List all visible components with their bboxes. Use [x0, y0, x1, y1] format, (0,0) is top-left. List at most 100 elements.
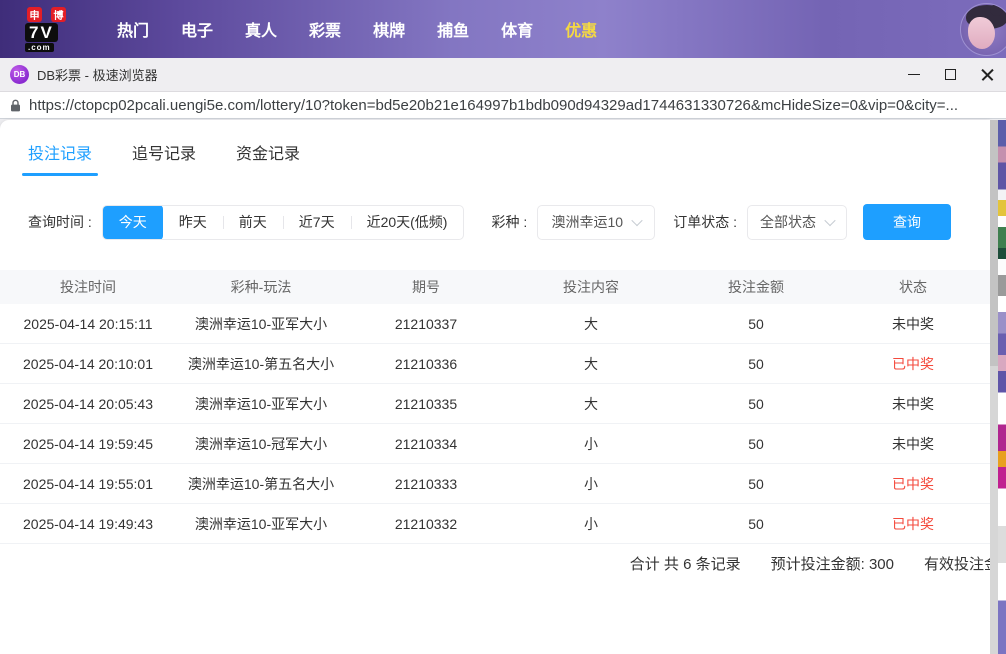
- nav-item-live[interactable]: 真人: [243, 11, 279, 47]
- record-tabs: 投注记录 追号记录 资金记录: [0, 120, 990, 176]
- table-row: 2025-04-14 19:59:45 澳洲幸运10-冠军大小 21210334…: [0, 424, 990, 464]
- bet-status: 已中奖: [836, 514, 990, 534]
- time-option[interactable]: 前天: [223, 206, 283, 239]
- bet-amount: 50: [676, 356, 836, 372]
- close-button[interactable]: [969, 58, 1006, 91]
- site-navbar: 申 博 7V .com 热门 电子 真人 彩票 棋牌 捕鱼 体育 优惠: [0, 0, 1006, 58]
- bet-status: 已中奖: [836, 354, 990, 374]
- browser-viewport: 投注记录 追号记录 资金记录 查询时间 : 今天 昨天 前天 近7天 近20天(…: [0, 120, 1006, 654]
- maximize-icon: [945, 69, 956, 80]
- table-row: 2025-04-14 20:05:43 澳洲幸运10-亚军大小 21210335…: [0, 384, 990, 424]
- lottery-filter-label: 彩种 :: [491, 212, 527, 232]
- time-option[interactable]: 近20天(低频): [351, 206, 464, 239]
- lock-icon: [10, 99, 21, 112]
- time-option[interactable]: 今天: [103, 205, 163, 240]
- window-titlebar[interactable]: DB DB彩票 - 极速浏览器: [0, 58, 1006, 92]
- lottery-select[interactable]: 澳洲幸运10: [537, 205, 655, 240]
- tab-bet-records[interactable]: 投注记录: [28, 140, 92, 176]
- table-row: 2025-04-14 19:49:43 澳洲幸运10-亚军大小 21210332…: [0, 504, 990, 544]
- bet-records-table: 投注时间 彩种-玩法 期号 投注内容 投注金额 状态 2025-04-14 20…: [0, 270, 990, 584]
- app-icon: DB: [10, 65, 29, 84]
- col-bet-time: 投注时间: [0, 277, 176, 297]
- summary-expected: 预计投注金额: 300: [771, 553, 894, 574]
- time-filter-label: 查询时间 :: [28, 212, 92, 232]
- bet-time: 2025-04-14 20:15:11: [0, 316, 176, 332]
- site-logo[interactable]: 申 博 7V .com: [25, 7, 87, 52]
- logo-com-text: .com: [25, 43, 54, 52]
- summary-valid: 有效投注金额: [924, 553, 990, 574]
- time-option[interactable]: 近7天: [283, 206, 351, 239]
- nav-item-lottery[interactable]: 彩票: [307, 11, 343, 47]
- bet-amount: 50: [676, 396, 836, 412]
- bet-game: 澳洲幸运10-亚军大小: [176, 394, 346, 414]
- nav-item-sports[interactable]: 体育: [499, 11, 535, 47]
- bet-amount: 50: [676, 436, 836, 452]
- bet-content: 大: [506, 354, 676, 374]
- bet-status: 未中奖: [836, 434, 990, 454]
- bet-status: 未中奖: [836, 394, 990, 414]
- logo-badge-shen: 申: [27, 7, 42, 22]
- lottery-panel: 投注记录 追号记录 资金记录 查询时间 : 今天 昨天 前天 近7天 近20天(…: [0, 120, 990, 654]
- bet-status: 未中奖: [836, 314, 990, 334]
- minimize-icon: [908, 74, 920, 76]
- page-bottom-space: [0, 576, 990, 654]
- minimize-button[interactable]: [895, 58, 932, 91]
- user-avatar[interactable]: [960, 3, 1006, 56]
- bet-time: 2025-04-14 20:05:43: [0, 396, 176, 412]
- nav-item-promos[interactable]: 优惠: [563, 11, 599, 47]
- address-bar[interactable]: https://ctopcp02pcali.uengi5e.com/lotter…: [0, 92, 1006, 119]
- scrollbar-thumb[interactable]: [990, 120, 998, 366]
- table-header: 投注时间 彩种-玩法 期号 投注内容 投注金额 状态: [0, 270, 990, 304]
- nav-item-fishing[interactable]: 捕鱼: [435, 11, 471, 47]
- close-icon: [981, 68, 994, 81]
- chevron-down-icon: [824, 215, 835, 226]
- bet-amount: 50: [676, 516, 836, 532]
- bet-game: 澳洲幸运10-第五名大小: [176, 354, 346, 374]
- site-nav-items: 热门 电子 真人 彩票 棋牌 捕鱼 体育 优惠: [115, 11, 599, 47]
- status-filter-label: 订单状态 :: [673, 212, 737, 232]
- col-status: 状态: [836, 277, 990, 297]
- bet-time: 2025-04-14 20:10:01: [0, 356, 176, 372]
- chevron-down-icon: [631, 215, 642, 226]
- col-bet-content: 投注内容: [506, 277, 676, 297]
- bet-content: 大: [506, 314, 676, 334]
- screen: 申 博 7V .com 热门 电子 真人 彩票 棋牌 捕鱼 体育 优惠 DB D…: [0, 0, 1006, 654]
- window-title: DB彩票 - 极速浏览器: [37, 65, 158, 84]
- bet-game: 澳洲幸运10-第五名大小: [176, 474, 346, 494]
- search-button[interactable]: 查询: [863, 204, 951, 240]
- time-option[interactable]: 昨天: [163, 206, 223, 239]
- logo-badge-bo: 博: [51, 7, 66, 22]
- bet-amount: 50: [676, 316, 836, 332]
- bet-issue: 21210336: [346, 356, 506, 372]
- bet-game: 澳洲幸运10-亚军大小: [176, 314, 346, 334]
- bet-content: 小: [506, 474, 676, 494]
- bet-issue: 21210333: [346, 476, 506, 492]
- order-status-select[interactable]: 全部状态: [747, 205, 847, 240]
- bet-time: 2025-04-14 19:59:45: [0, 436, 176, 452]
- table-row: 2025-04-14 20:15:11 澳洲幸运10-亚军大小 21210337…: [0, 304, 990, 344]
- bet-issue: 21210335: [346, 396, 506, 412]
- nav-item-cards[interactable]: 棋牌: [371, 11, 407, 47]
- bet-issue: 21210332: [346, 516, 506, 532]
- bet-issue: 21210334: [346, 436, 506, 452]
- maximize-button[interactable]: [932, 58, 969, 91]
- nav-item-hot[interactable]: 热门: [115, 11, 151, 47]
- scrollbar[interactable]: [990, 120, 998, 654]
- bet-time: 2025-04-14 19:49:43: [0, 516, 176, 532]
- summary-total: 合计 共 6 条记录: [630, 553, 741, 574]
- bet-game: 澳洲幸运10-冠军大小: [176, 434, 346, 454]
- background-page-strip: [998, 120, 1006, 654]
- tab-chase-records[interactable]: 追号记录: [132, 140, 196, 176]
- table-row: 2025-04-14 19:55:01 澳洲幸运10-第五名大小 2121033…: [0, 464, 990, 504]
- lottery-select-value: 澳洲幸运10: [551, 212, 623, 232]
- col-bet-amount: 投注金额: [676, 277, 836, 297]
- bet-game: 澳洲幸运10-亚军大小: [176, 514, 346, 534]
- bet-status: 已中奖: [836, 474, 990, 494]
- bet-time: 2025-04-14 19:55:01: [0, 476, 176, 492]
- nav-item-slots[interactable]: 电子: [179, 11, 215, 47]
- bet-content: 小: [506, 434, 676, 454]
- url-text: https://ctopcp02pcali.uengi5e.com/lotter…: [29, 97, 1004, 114]
- bet-amount: 50: [676, 476, 836, 492]
- tab-fund-records[interactable]: 资金记录: [236, 140, 300, 176]
- time-range-group: 今天 昨天 前天 近7天 近20天(低频): [102, 205, 465, 240]
